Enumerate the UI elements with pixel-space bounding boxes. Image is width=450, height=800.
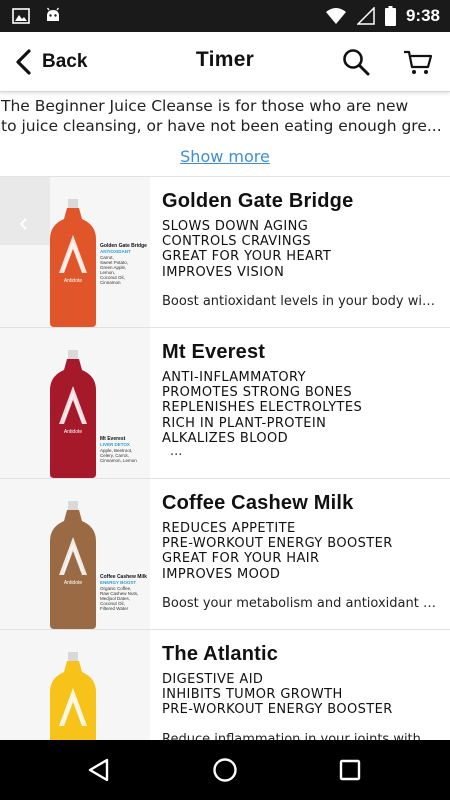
- bottle-image: [50, 652, 96, 740]
- label-category: ENERGY BOOST: [100, 580, 136, 585]
- benefit: CONTROLS CRAVINGS: [162, 234, 312, 250]
- label-ingredient: Cinnamon, Lemon: [100, 458, 137, 463]
- page-title: Timer: [195, 48, 255, 71]
- product-info: Golden Gate Bridge SLOWS DOWN AGING CONT…: [162, 190, 442, 309]
- more-ellipsis: ...: [170, 444, 183, 460]
- cart-button[interactable]: [402, 46, 434, 78]
- bottle-image: Antidote Mt Everest LIVER DETOX Apple, B…: [50, 350, 137, 478]
- image-icon: [12, 8, 30, 24]
- benefit: DIGESTIVE AID: [162, 672, 264, 687]
- benefit: PRE-WORKOUT ENERGY BOOSTER: [162, 536, 393, 552]
- svg-text:Antidote: Antidote: [64, 278, 83, 284]
- bottle-image: Antidote Coffee Cashew Milk ENERGY BOOST…: [50, 501, 147, 629]
- home-circle-icon: [213, 758, 237, 782]
- product-name: The Atlantic: [162, 643, 279, 665]
- benefit: SLOWS DOWN AGING: [162, 219, 309, 234]
- svg-text:Antidote: Antidote: [64, 429, 83, 435]
- description-line-1: The Beginner Juice Cleanse is for those …: [1, 97, 409, 115]
- benefit: INHIBITS TUMOR GROWTH: [162, 687, 343, 703]
- battery-icon: [384, 6, 396, 26]
- product-info: Mt Everest ANTI-INFLAMMATORY PROMOTES ST…: [162, 341, 442, 458]
- benefit: GREAT FOR YOUR HAIR: [162, 551, 320, 567]
- product-row-coffee-cashew-milk[interactable]: Antidote Coffee Cashew Milk ENERGY BOOST…: [0, 479, 450, 630]
- show-more-link[interactable]: Show more: [0, 147, 450, 166]
- product-name: Mt Everest: [162, 341, 266, 363]
- signal-icon: [356, 7, 375, 25]
- product-description: Reduce inflammation in your joints with.…: [162, 731, 434, 740]
- label-ingredient: Filtered Water: [100, 606, 129, 611]
- product-row-golden-gate-bridge[interactable]: Antidote Golden Gate Bridge ANTIOXIDANT …: [0, 177, 450, 328]
- product-info: Coffee Cashew Milk REDUCES APPETITE PRE-…: [162, 492, 442, 611]
- benefit: RICH IN PLANT-PROTEIN: [162, 415, 327, 431]
- android-icon: [46, 7, 60, 21]
- product-image: Antidote Golden Gate Bridge ANTIOXIDANT …: [0, 177, 150, 327]
- status-right: 9:38: [325, 0, 440, 32]
- product-image: Antidote Mt Everest LIVER DETOX Apple, B…: [0, 328, 150, 478]
- product-image: [0, 630, 150, 740]
- status-time: 9:38: [405, 6, 440, 25]
- status-bar: 9:38: [0, 0, 450, 32]
- back-triangle-icon: [88, 758, 109, 782]
- product-description: Boost antioxidant levels in your body wi…: [162, 293, 437, 309]
- benefit: ALKALIZES BLOOD: [162, 430, 289, 446]
- label-category: LIVER DETOX: [100, 442, 130, 447]
- product-info: The Atlantic DIGESTIVE AID INHIBITS TUMO…: [162, 643, 442, 740]
- recents-square-icon: [339, 759, 361, 781]
- benefit: IMPROVES VISION: [162, 264, 285, 280]
- cart-icon: [404, 50, 433, 74]
- app-bar: Back Timer: [0, 32, 450, 92]
- benefit: REPLENISHES ELECTROLYTES: [162, 400, 363, 416]
- system-nav-bar: [0, 740, 450, 800]
- product-image: Antidote Coffee Cashew Milk ENERGY BOOST…: [0, 479, 150, 629]
- benefit: PRE-WORKOUT ENERGY BOOSTER: [162, 702, 393, 718]
- label-category: ANTIOXIDANT: [100, 249, 131, 254]
- label-ingredient: Cinnamon: [100, 280, 121, 285]
- product-row-the-atlantic[interactable]: The Atlantic DIGESTIVE AID INHIBITS TUMO…: [0, 630, 450, 740]
- product-row-mt-everest[interactable]: Antidote Mt Everest LIVER DETOX Apple, B…: [0, 328, 450, 479]
- description-line-2: to juice cleansing, or have not been eat…: [1, 117, 442, 135]
- svg-text:Antidote: Antidote: [64, 580, 83, 586]
- cleanse-description: The Beginner Juice Cleanse is for those …: [0, 96, 450, 176]
- status-left-icons: [12, 7, 62, 25]
- benefit: REDUCES APPETITE: [162, 521, 296, 536]
- search-button[interactable]: [341, 47, 371, 77]
- search-icon: [343, 49, 370, 76]
- product-list: Antidote Golden Gate Bridge ANTIOXIDANT …: [0, 176, 450, 740]
- nav-home-button[interactable]: [209, 754, 241, 786]
- bottle-image: Antidote Golden Gate Bridge ANTIOXIDANT …: [0, 177, 147, 327]
- product-name: Golden Gate Bridge: [162, 190, 354, 212]
- nav-recents-button[interactable]: [334, 754, 366, 786]
- benefit: GREAT FOR YOUR HEART: [162, 249, 332, 265]
- benefit: IMPROVES MOOD: [162, 566, 281, 582]
- benefit: PROMOTES STRONG BONES: [162, 385, 352, 401]
- product-name: Coffee Cashew Milk: [162, 492, 354, 514]
- benefit: ANTI-INFLAMMATORY: [162, 370, 306, 385]
- nav-back-button[interactable]: [84, 754, 116, 786]
- product-description: Boost your metabolism and antioxidant le…: [162, 595, 437, 611]
- wifi-icon: [325, 8, 346, 24]
